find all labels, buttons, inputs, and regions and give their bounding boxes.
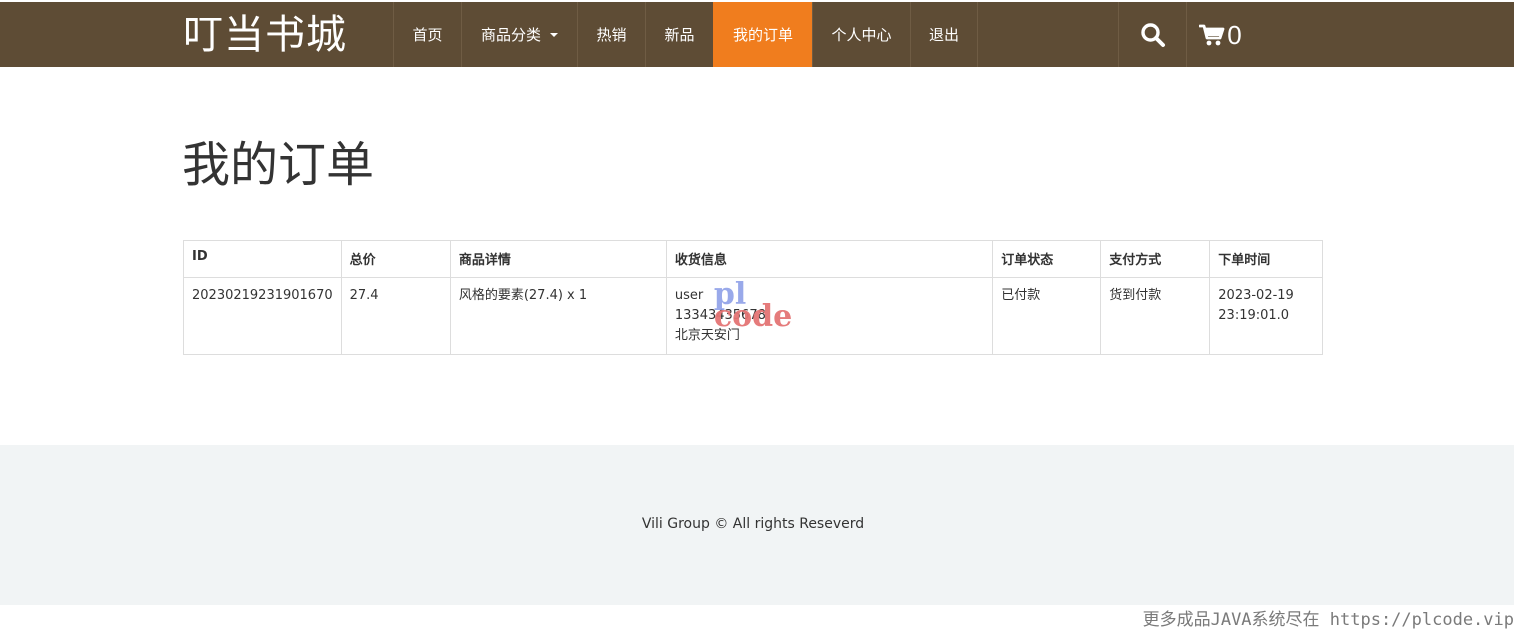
nav-item-my-orders[interactable]: 我的订单 — [713, 2, 812, 67]
order-total: 27.4 — [340, 277, 451, 355]
order-clock: 23:19:01.0 — [1218, 308, 1290, 323]
nav-item-category[interactable]: 商品分类 — [461, 2, 577, 67]
cart-button[interactable]: 0 — [1186, 2, 1254, 67]
receiver-phone: 13343435678 — [674, 308, 766, 323]
cart-count: 0 — [1227, 19, 1242, 50]
order-id: 20230219231901670 — [183, 277, 342, 355]
footer: Vili Group © All rights Reseverd — [0, 445, 1514, 605]
nav-label: 热销 — [596, 26, 627, 44]
payment-method: 货到付款 — [1100, 277, 1211, 355]
promo-note: 更多成品JAVA系统尽在 https://plcode.vip — [1142, 610, 1514, 630]
cart-icon — [1199, 24, 1225, 45]
order-date: 2023-02-19 — [1218, 288, 1294, 303]
caret-down-icon — [550, 32, 558, 37]
nav-item-profile[interactable]: 个人中心 — [812, 2, 910, 67]
search-icon — [1140, 22, 1165, 47]
order-shipping-info: user 13343435678 北京天安门 pl code — [665, 277, 994, 355]
nav-tools: 0 — [1118, 2, 1254, 67]
order-time: 2023-02-19 23:19:01.0 — [1209, 277, 1323, 355]
column-header-total: 总价 — [340, 240, 451, 278]
main-nav: 首页 商品分类 热销 新品 我的订单 个人中心 退出 — [393, 2, 978, 67]
nav-label: 我的订单 — [732, 26, 793, 44]
nav-label: 退出 — [928, 26, 959, 44]
nav-label: 新品 — [664, 26, 695, 44]
nav-item-new[interactable]: 新品 — [645, 2, 713, 67]
nav-label: 首页 — [412, 26, 443, 44]
column-header-detail: 商品详情 — [449, 240, 667, 278]
receiver-name: user — [674, 288, 704, 303]
column-header-time: 下单时间 — [1209, 240, 1323, 278]
column-header-shipping: 收货信息 — [665, 240, 994, 278]
nav-label: 个人中心 — [831, 26, 892, 44]
nav-item-hot[interactable]: 热销 — [577, 2, 645, 67]
site-brand[interactable]: 叮当书城 — [183, 8, 347, 62]
search-button[interactable] — [1118, 2, 1186, 67]
page-title: 我的订单 — [182, 137, 375, 193]
table-row: 20230219231901670 27.4 风格的要素(27.4) x 1 u… — [183, 277, 1323, 355]
top-navbar: 叮当书城 首页 商品分类 热销 新品 我的订单 个人中心 退出 0 — [0, 0, 1514, 68]
orders-table: ID 总价 商品详情 收货信息 订单状态 支付方式 下单时间 202302192… — [183, 240, 1323, 355]
nav-item-logout[interactable]: 退出 — [910, 2, 978, 67]
nav-item-home[interactable]: 首页 — [393, 2, 461, 67]
table-header-row: ID 总价 商品详情 收货信息 订单状态 支付方式 下单时间 — [183, 240, 1323, 278]
column-header-status: 订单状态 — [992, 240, 1102, 278]
order-detail: 风格的要素(27.4) x 1 — [449, 277, 667, 355]
copyright-text: Vili Group © All rights Reseverd — [641, 516, 865, 532]
column-header-payment: 支付方式 — [1100, 240, 1211, 278]
column-header-id: ID — [183, 240, 342, 278]
order-status: 已付款 — [992, 277, 1102, 355]
receiver-address: 北京天安门 — [674, 328, 740, 343]
nav-label: 商品分类 — [480, 26, 541, 44]
